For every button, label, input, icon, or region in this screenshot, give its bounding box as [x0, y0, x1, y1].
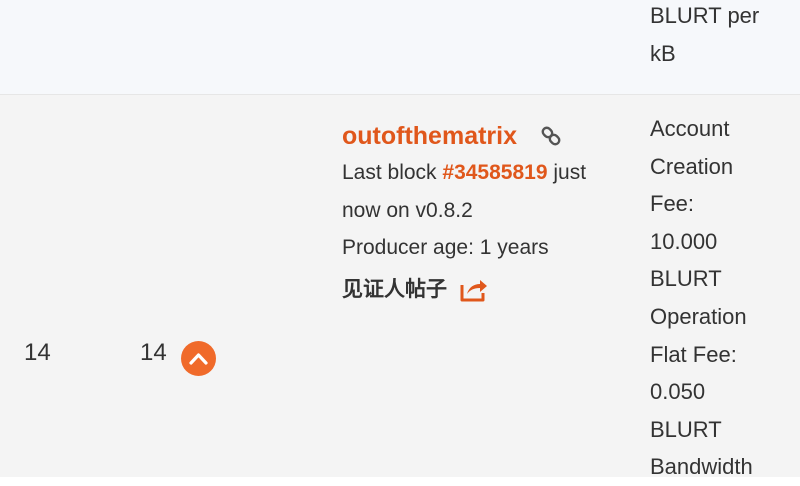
param-line: 10.000 [650, 228, 718, 254]
last-block-label: Last block [342, 161, 443, 184]
previous-witness-row: BLURT per kB [0, 0, 800, 95]
param-line: 0.050 [650, 379, 706, 405]
witness-name-link[interactable]: outofthematrix [342, 122, 517, 150]
param-line: BLURT per [650, 3, 760, 28]
last-block-line: Last block #34585819 just [342, 154, 642, 192]
param-line: Fee: [650, 191, 695, 217]
param-line: BLURT [650, 266, 722, 292]
chevron-up-icon [189, 353, 208, 365]
param-line: Operation [650, 303, 747, 329]
witness-rank: 14 [24, 339, 51, 366]
version-line: now on v0.8.2 [342, 198, 473, 222]
witness-table: BLURT per kB 14 14 outofthematrix Last b… [0, 0, 800, 479]
param-line: Creation [650, 153, 734, 179]
param-line: Account [650, 116, 730, 141]
last-block-link[interactable]: #34585819 [442, 161, 547, 184]
param-line: kB [650, 40, 676, 66]
witness-params: BLURT per kB [650, 0, 800, 72]
witness-details: Last block #34585819 just now on v0.8.2 … [342, 154, 642, 267]
witness-row: 14 14 outofthematrix Last block #3458581… [0, 95, 800, 479]
witness-post-label: 见证人帖子 [342, 277, 447, 301]
param-line: Bandwidth [650, 454, 753, 480]
witness-params: Account Creation Fee: 10.000 BLURT Opera… [650, 110, 800, 486]
vote-count: 14 [140, 339, 167, 366]
share-icon[interactable] [459, 275, 489, 316]
witness-info: outofthematrix Last block #34585819 just… [342, 119, 642, 307]
param-line: BLURT [650, 416, 722, 442]
last-block-suffix: just [547, 161, 587, 184]
param-line: Flat Fee: [650, 341, 737, 367]
upvote-button[interactable] [181, 341, 216, 376]
producer-age: Producer age: 1 years [342, 236, 549, 259]
